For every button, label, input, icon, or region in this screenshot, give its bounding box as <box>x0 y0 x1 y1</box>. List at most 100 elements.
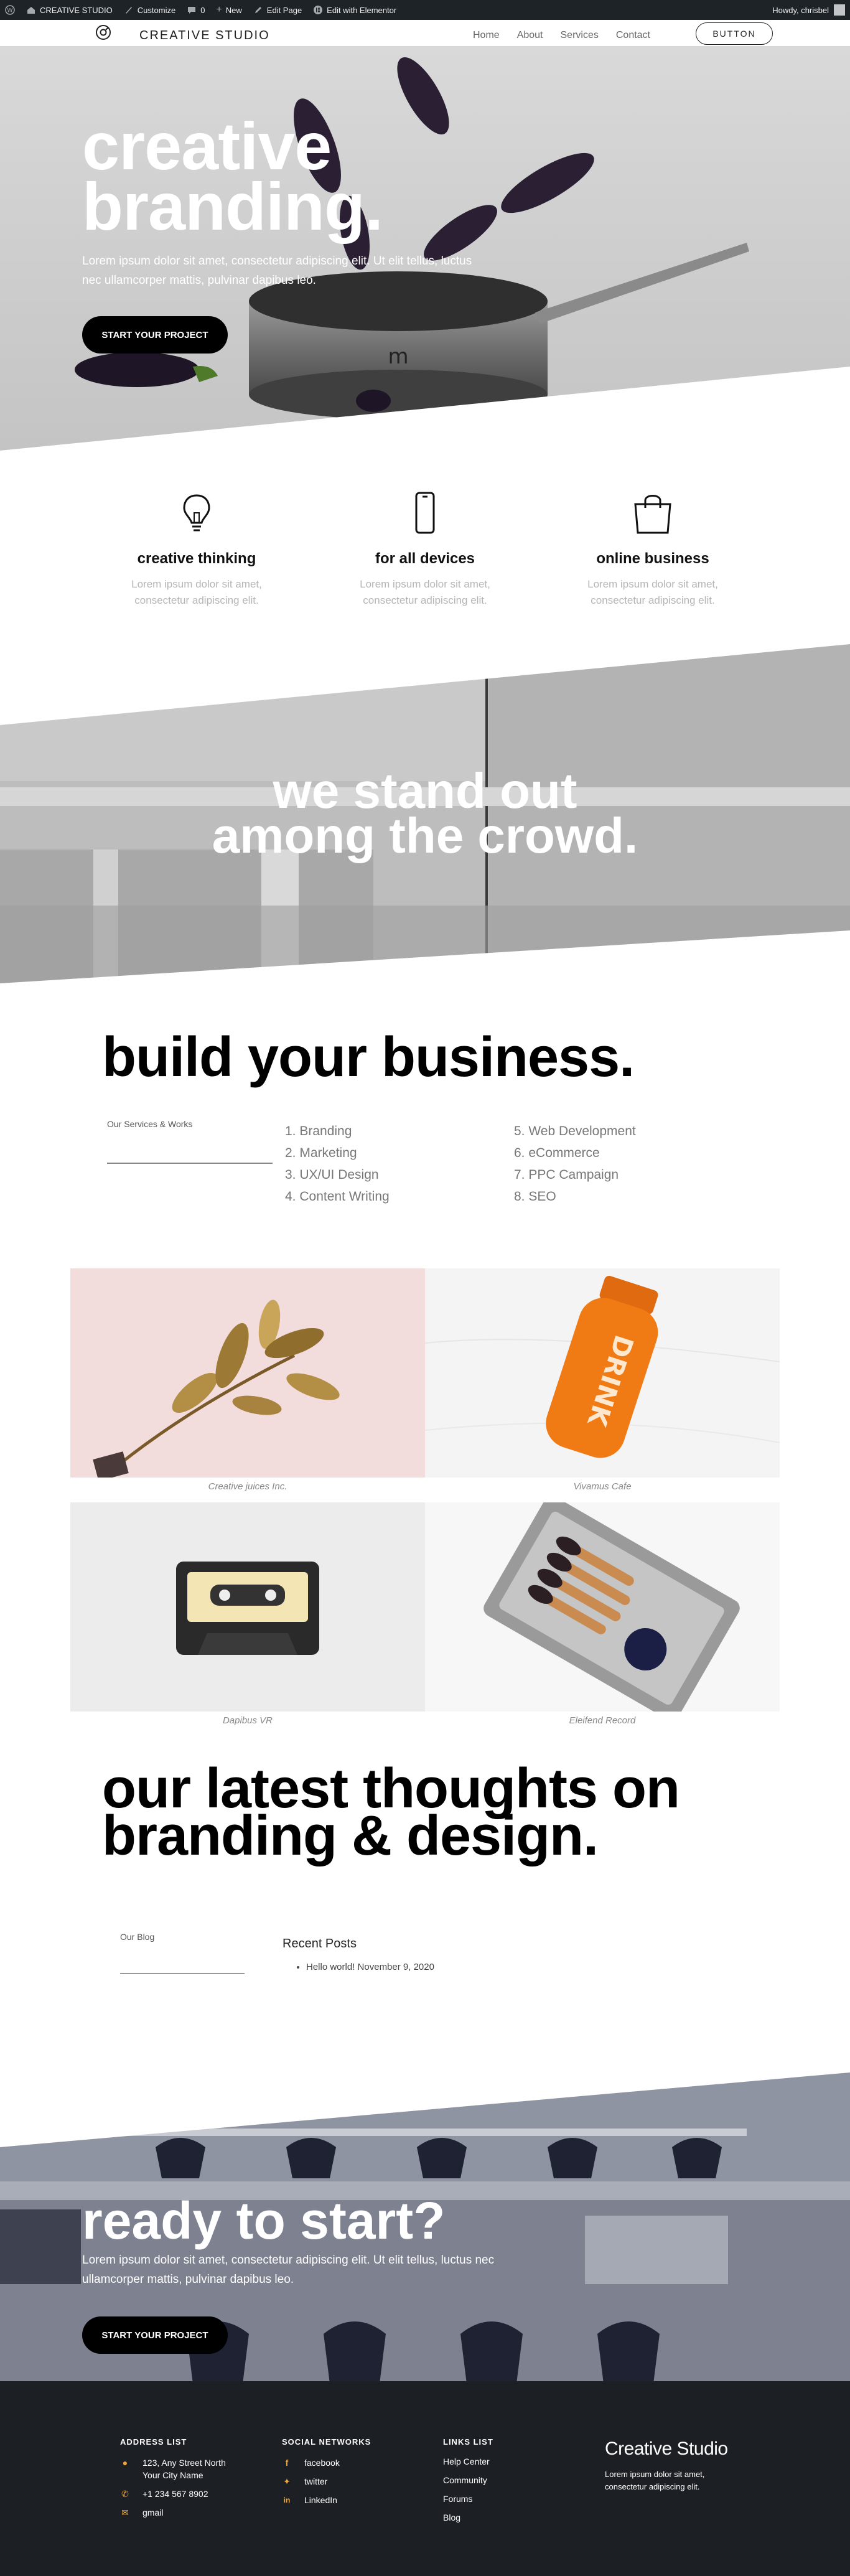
home-icon <box>27 7 35 14</box>
footer-email[interactable]: ✉ gmail <box>120 2506 226 2519</box>
portfolio-tile-eleifend-record[interactable] <box>425 1502 780 1712</box>
address-line1: 123, Any Street North <box>142 2458 226 2468</box>
service-item: 7. PPC Campaign <box>514 1168 619 1182</box>
social-twitter-link[interactable]: ✦ twitter <box>282 2475 371 2488</box>
admin-comments[interactable]: 0 <box>187 5 205 15</box>
admin-site-name-label: CREATIVE STUDIO <box>40 5 113 15</box>
blog-section: our latest thoughts on branding & design… <box>0 1761 850 2002</box>
social-linkedin-link[interactable]: in LinkedIn <box>282 2494 371 2506</box>
admin-comments-count: 0 <box>200 5 205 15</box>
feature-creative-thinking: creative thinking Lorem ipsum dolor sit … <box>116 488 278 609</box>
admin-edit-page-label: Edit Page <box>266 5 302 15</box>
start-project-button[interactable]: START YOUR PROJECT <box>82 316 228 354</box>
portfolio-caption: Dapibus VR <box>222 1715 273 1726</box>
footer-phone[interactable]: ✆ +1 234 567 8902 <box>120 2488 226 2500</box>
header-button[interactable]: BUTTON <box>696 22 773 45</box>
cta-title: ready to start? <box>82 2191 446 2250</box>
facebook-icon: f <box>285 2458 289 2468</box>
phone-icon <box>415 492 435 534</box>
hero-section: m creative branding. Lorem ipsum dolor s… <box>0 46 850 451</box>
services-title: build your business. <box>102 1026 635 1089</box>
nav-about[interactable]: About <box>517 30 543 41</box>
feature-online-business: online business Lorem ipsum dolor sit am… <box>572 488 734 609</box>
blog-divider <box>120 1973 245 1974</box>
service-item: 6. eCommerce <box>514 1146 600 1160</box>
admin-customize-label: Customize <box>137 5 176 15</box>
blog-label: Our Blog <box>120 1932 155 1942</box>
gold-leaves-image <box>70 1268 425 1478</box>
phone-icon: ✆ <box>121 2489 129 2499</box>
admin-edit-page[interactable]: Edit Page <box>253 5 302 15</box>
footer-address-heading: ADDRESS LIST <box>120 2437 187 2447</box>
services-list-right: 5. Web Development 6. eCommerce 7. PPC C… <box>514 1120 636 1207</box>
admin-edit-elementor-label: Edit with Elementor <box>327 5 397 15</box>
cta-body: Lorem ipsum dolor sit amet, consectetur … <box>82 2254 495 2286</box>
admin-new[interactable]: + New <box>216 4 241 16</box>
cta-section: ready to start? Lorem ipsum dolor sit am… <box>0 2073 850 2384</box>
service-item: 1. Branding <box>285 1124 352 1138</box>
brush-tray-image <box>425 1502 780 1712</box>
nav-services[interactable]: Services <box>561 30 599 41</box>
linkedin-icon: in <box>283 2496 291 2504</box>
portfolio-tile-dapibus-vr[interactable] <box>70 1502 425 1712</box>
footer-link-blog[interactable]: Blog <box>443 2513 493 2522</box>
social-facebook-link[interactable]: f facebook <box>282 2457 371 2469</box>
site-footer: ADDRESS LIST ● 123, Any Street North You… <box>0 2381 850 2576</box>
services-section: build your business. Our Services & Work… <box>0 1021 850 1220</box>
hero-body: Lorem ipsum dolor sit amet, consectetur … <box>82 255 472 287</box>
main-nav: Home About Services Contact <box>473 30 650 41</box>
recent-post-date: November 9, 2020 <box>357 1962 434 1972</box>
admin-account[interactable]: Howdy, chrisbel <box>772 4 845 16</box>
portfolio-tile-vivamus-cafe[interactable]: DRINK <box>425 1268 780 1478</box>
elementor-icon <box>314 6 323 14</box>
svg-text:W: W <box>7 8 13 14</box>
lightbulb-icon <box>183 494 210 532</box>
standout-section: we stand out among the crowd. <box>0 644 850 983</box>
logo-icon[interactable] <box>95 24 112 41</box>
footer-brand: Creative Studio <box>605 2438 728 2459</box>
service-item: 2. Marketing <box>285 1146 357 1160</box>
services-list-left: 1. Branding 2. Marketing 3. UX/UI Design… <box>285 1120 390 1207</box>
portfolio-tile-creative-juices[interactable] <box>70 1268 425 1478</box>
hero-background-image: m <box>0 57 850 451</box>
footer-address-text: 123, Any Street North Your City Name <box>142 2457 226 2481</box>
admin-site-name[interactable]: CREATIVE STUDIO <box>26 5 113 15</box>
address-line2: Your City Name <box>142 2470 203 2480</box>
footer-link-community[interactable]: Community <box>443 2475 493 2485</box>
footer-link-help-center[interactable]: Help Center <box>443 2457 493 2466</box>
admin-new-label: New <box>225 5 242 15</box>
footer-link-forums[interactable]: Forums <box>443 2494 493 2504</box>
site-header: CREATIVE STUDIO Home About Services Cont… <box>0 20 850 46</box>
blog-title: our latest thoughts on branding & design… <box>102 1761 680 1864</box>
footer-links-column: LINKS LIST Help Center Community Forums … <box>443 2437 493 2531</box>
footer-phone-text: +1 234 567 8902 <box>142 2489 208 2499</box>
feature-title: creative thinking <box>137 550 256 567</box>
footer-social-heading: SOCIAL NETWORKS <box>282 2437 371 2447</box>
social-linkedin-label: LinkedIn <box>304 2495 337 2505</box>
feature-title: online business <box>596 550 709 567</box>
admin-howdy-label: Howdy, chrisbel <box>772 5 829 15</box>
nav-home[interactable]: Home <box>473 30 500 41</box>
recent-post-link[interactable]: Hello world! <box>306 1962 355 1972</box>
site-logo-text[interactable]: CREATIVE STUDIO <box>139 29 270 43</box>
feature-desc: Lorem ipsum dolor sit amet, consectetur … <box>587 578 718 606</box>
recent-post-item: Hello world! November 9, 2020 <box>306 1962 434 1972</box>
portfolio-caption: Vivamus Cafe <box>573 1481 632 1492</box>
social-facebook-label: facebook <box>304 2458 340 2468</box>
feature-desc: Lorem ipsum dolor sit amet, consectetur … <box>131 578 262 606</box>
recent-posts-list: Hello world! November 9, 2020 <box>306 1962 434 1972</box>
blog-title-line2: branding & design. <box>102 1805 599 1867</box>
admin-edit-elementor[interactable]: Edit with Elementor <box>313 5 396 15</box>
footer-address-column: ADDRESS LIST ● 123, Any Street North You… <box>120 2437 226 2525</box>
nav-contact[interactable]: Contact <box>616 30 650 41</box>
wordpress-logo-icon[interactable]: W <box>5 5 15 15</box>
admin-customize[interactable]: Customize <box>124 5 175 15</box>
features-section: creative thinking Lorem ipsum dolor sit … <box>0 473 850 635</box>
cta-start-project-button[interactable]: START YOUR PROJECT <box>82 2316 228 2354</box>
services-label: Our Services & Works <box>107 1119 193 1129</box>
service-item: 5. Web Development <box>514 1124 636 1138</box>
cassette-tape-image <box>70 1502 425 1712</box>
footer-address: ● 123, Any Street North Your City Name <box>120 2457 226 2481</box>
avatar <box>834 4 845 16</box>
social-twitter-label: twitter <box>304 2476 328 2486</box>
